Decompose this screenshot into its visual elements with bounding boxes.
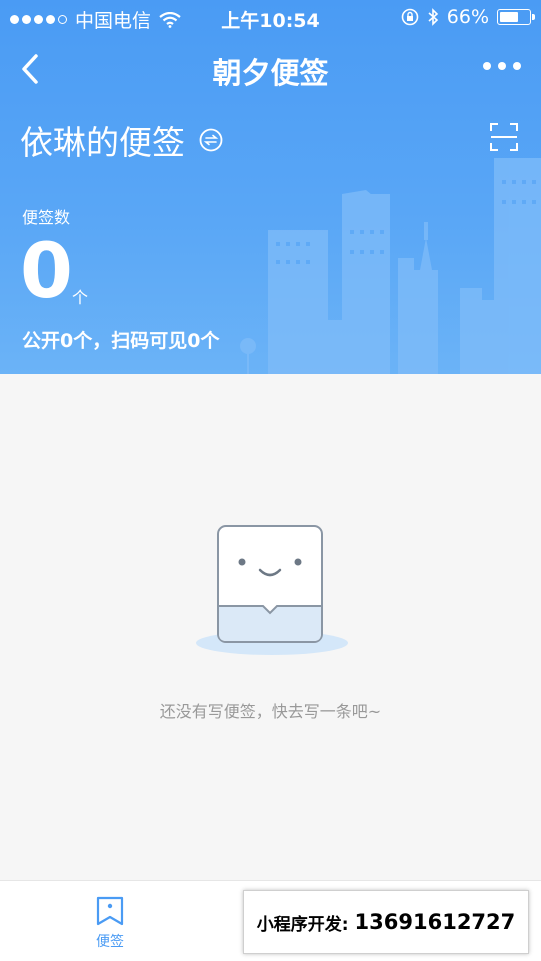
empty-state: 还没有写便签，快去写一条吧~ bbox=[0, 374, 541, 880]
note-visibility-summary: 公开0个，扫码可见0个 bbox=[22, 330, 220, 352]
status-bar: 中国电信 上午10:54 66% bbox=[0, 0, 541, 34]
smiling-note-icon bbox=[196, 525, 348, 655]
bluetooth-icon bbox=[428, 8, 438, 26]
header-banner: 中国电信 上午10:54 66% 朝夕便签 依琳的便签 便签数 0 个 公开0个… bbox=[0, 0, 541, 374]
switch-icon[interactable] bbox=[199, 128, 223, 152]
page-title: 朝夕便签 bbox=[212, 56, 329, 90]
promo-prefix: 小程序开发: bbox=[256, 914, 349, 935]
rotation-lock-icon bbox=[401, 8, 419, 26]
tab-notes-label: 便签 bbox=[96, 934, 124, 950]
empty-message: 还没有写便签，快去写一条吧~ bbox=[159, 702, 382, 721]
owner-title: 依琳的便签 bbox=[20, 123, 185, 162]
more-dots-icon bbox=[483, 62, 491, 70]
promo-banner: 小程序开发: 13691612727 bbox=[243, 890, 529, 954]
city-skyline-illustration bbox=[240, 158, 541, 374]
note-count-label: 便签数 bbox=[22, 208, 71, 227]
notebook-owner[interactable]: 依琳的便签 bbox=[20, 116, 223, 164]
battery-icon bbox=[497, 9, 535, 25]
scan-icon[interactable] bbox=[489, 122, 519, 152]
promo-phone: 13691612727 bbox=[354, 910, 516, 934]
note-count-unit: 个 bbox=[72, 288, 89, 307]
tab-notes[interactable]: 便签 bbox=[80, 891, 140, 951]
navigation-bar: 朝夕便签 bbox=[0, 34, 541, 104]
more-options-button[interactable] bbox=[483, 62, 521, 70]
note-count-value: 0 bbox=[20, 226, 73, 315]
bookmark-icon bbox=[96, 896, 124, 926]
battery-percent: 66% bbox=[446, 6, 489, 28]
